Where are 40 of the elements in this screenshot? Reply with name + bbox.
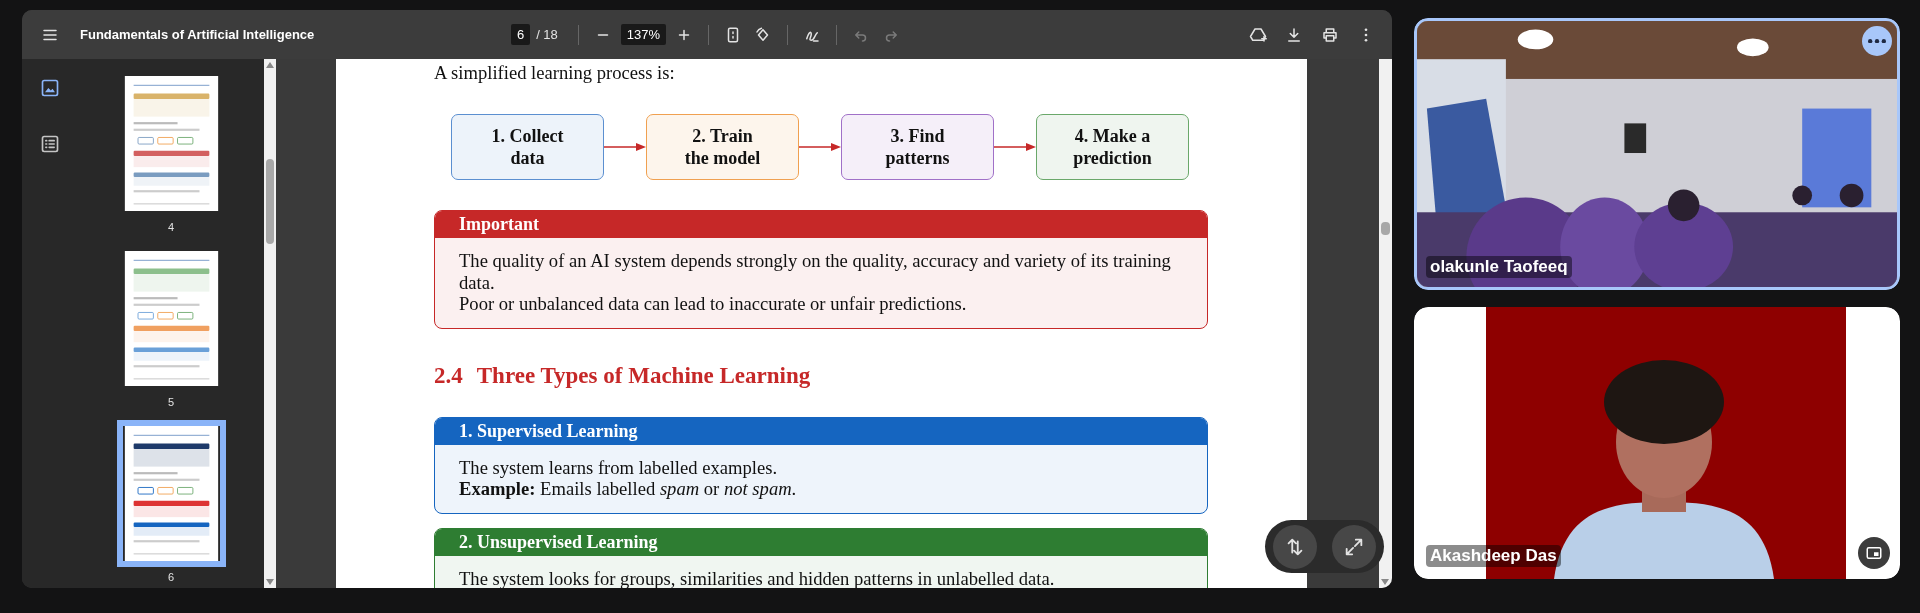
flow-arrow (799, 143, 841, 151)
scroll-thumb[interactable] (1381, 222, 1390, 235)
scroll-thumb[interactable] (266, 159, 274, 244)
section-heading: Three Types of Machine Learning (476, 362, 811, 389)
section-number: 2.4 (434, 362, 463, 389)
flow-arrow (604, 143, 646, 151)
body-text: Poor or unbalanced data can lead to inaccurate or unfair predictions. (459, 293, 968, 315)
body-text: The quality of an AI system depends strongly on the quality, accuracy and variety of its training data. (459, 250, 1172, 293)
body-text: The system learns from labelled examples. (459, 456, 779, 478)
process-step: 3. Find patterns (841, 114, 994, 180)
fullscreen-button[interactable] (1332, 524, 1377, 569)
process-step: 2. Train the model (646, 114, 799, 180)
body-text: Example: Emails labelled spam or not spam. (459, 478, 798, 500)
scrollbar[interactable] (264, 59, 276, 588)
process-step: 4. Make a prediction (1036, 114, 1189, 180)
callout-heading: Important (435, 211, 1207, 238)
box-heading: 2. Unsupervised Learning (435, 528, 1207, 556)
page-thumbnail[interactable] (116, 420, 226, 567)
page-number-label: 5 (167, 396, 175, 408)
zoom-field[interactable]: 137% (620, 24, 667, 45)
document-title: Fundamentals of Artificial Intelligence (80, 27, 315, 42)
scroll-down-arrow-icon (266, 579, 274, 585)
scroll-up-arrow-icon (266, 62, 274, 68)
process-step: 1. Collect data (451, 114, 604, 180)
box-heading: 1. Supervised Learning (435, 417, 1207, 445)
page-number-label: 6 (167, 571, 175, 583)
page-number-field[interactable]: 6 (510, 24, 531, 45)
page-count: / 18 (536, 27, 558, 42)
page-number-label: 4 (167, 221, 175, 233)
picture-in-picture-icon (1865, 544, 1883, 562)
flow-arrow (994, 143, 1036, 151)
list-icon (40, 134, 60, 154)
more-icon (1868, 38, 1886, 44)
body-text: A simplified learning process is: (434, 63, 676, 83)
body-text: The system looks for groups, similarities and hidden patterns in unlabelled data. (459, 567, 1056, 588)
scrollbar[interactable] (1379, 59, 1392, 588)
scroll-mode-button[interactable] (1272, 524, 1317, 569)
image-icon (40, 78, 60, 98)
participant-name: olakunle Taofeeq (1426, 256, 1572, 278)
scroll-down-arrow-icon (1381, 579, 1389, 585)
